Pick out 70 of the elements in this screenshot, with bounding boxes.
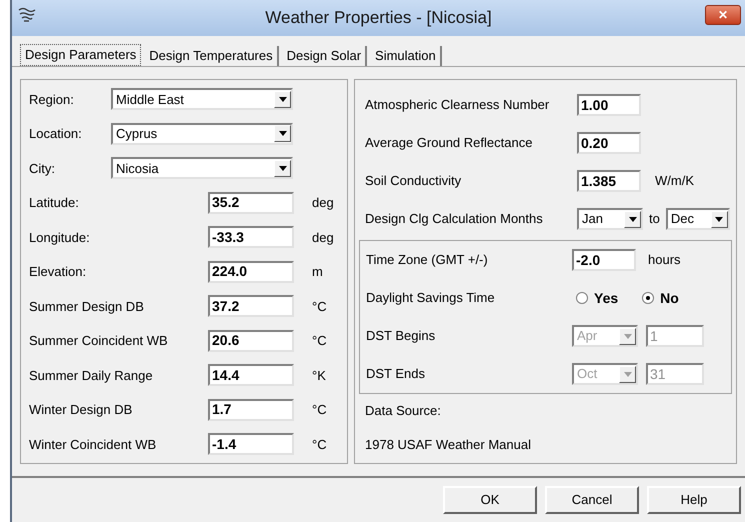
close-button[interactable]: ✕ [705,5,741,25]
unit-label: hours [648,251,681,270]
dropdown[interactable]: Middle East [111,88,293,110]
input-field[interactable]: 35.2 [208,192,294,214]
input-field[interactable]: 1.385 [577,170,641,192]
unit-label: °C [312,332,327,350]
dialog-button[interactable]: Help [647,486,741,514]
dialog-button[interactable]: Cancel [545,486,639,514]
radio-button[interactable] [576,292,588,304]
field-label: to [649,210,660,228]
unit-label: °C [312,436,327,454]
field-label: City: [29,160,56,178]
dropdown[interactable]: Nicosia [111,157,293,180]
radio-option[interactable]: No [642,288,679,308]
unit-label: °C [312,298,327,316]
input-field[interactable]: 1.00 [577,94,641,116]
field-label: Longitude: [29,228,91,247]
dropdown[interactable]: Cyprus [111,122,293,145]
window-icon [18,7,36,23]
input-field[interactable]: 0.20 [577,132,641,154]
dropdown-arrow-icon [278,96,286,102]
field-label: Atmospheric Clearness Number [365,96,550,114]
unit-label: °K [312,366,326,384]
input-field[interactable]: 1.7 [208,398,294,421]
window-title: Weather Properties - [Nicosia] [265,7,492,30]
dropdown-arrow-icon [624,334,632,338]
field-label: Elevation: [29,263,88,281]
input-field[interactable]: -33.3 [208,226,294,248]
field-label: DST Begins [366,327,436,346]
tab[interactable]: Simulation [371,46,442,66]
dropdown-arrow-icon [278,166,286,171]
data-source-text: 1978 USAF Weather Manual [365,436,532,454]
dropdown[interactable]: Jan [577,208,643,230]
field-label: Latitude: [29,194,80,212]
dropdown-arrow-icon [624,372,632,376]
unit-label: deg [312,228,334,247]
input-field[interactable]: -2.0 [572,249,636,271]
radio-option[interactable]: Yes [576,288,618,308]
input-field[interactable]: 37.2 [208,295,294,318]
field-label: Design Clg Calculation Months [365,210,544,228]
field-label: DST Ends [366,365,426,384]
unit-label: deg [312,194,334,212]
input-field[interactable]: 14.4 [208,364,294,386]
unit-label: W/m/K [655,172,694,190]
input-field[interactable]: -1.4 [208,433,294,456]
input-field[interactable]: 224.0 [208,260,294,283]
field-label: Summer Design DB [29,298,145,316]
field-label: Soil Conductivity [365,172,462,190]
field-label: Time Zone (GMT +/-) [366,251,489,270]
field-label: Location: [29,125,83,143]
input-field[interactable]: 20.6 [208,330,294,352]
field-label: Average Ground Reflectance [365,134,534,152]
field-label: Data Source: [365,402,442,420]
unit-label: °C [312,401,327,419]
dropdown-arrow-icon [628,216,636,222]
dropdown-arrow-icon [278,131,286,136]
unit-label: m [312,263,323,281]
field-label: Winter Coincident WB [29,436,158,454]
field-label: Region: [29,90,75,109]
dialog-button[interactable]: OK [443,486,537,514]
tab[interactable]: Design Solar [282,46,368,66]
field-label: Winter Design DB [29,401,134,419]
radio-button[interactable] [642,292,654,304]
dropdown-arrow-icon [715,216,724,222]
tab[interactable]: Design Parameters [20,44,142,66]
field-label: Summer Coincident WB [29,332,169,350]
field-label: Daylight Savings Time [366,289,496,308]
dropdown[interactable]: Dec [666,208,730,230]
tab[interactable]: Design Temperatures [145,46,279,66]
field-label: Summer Daily Range [29,366,154,385]
